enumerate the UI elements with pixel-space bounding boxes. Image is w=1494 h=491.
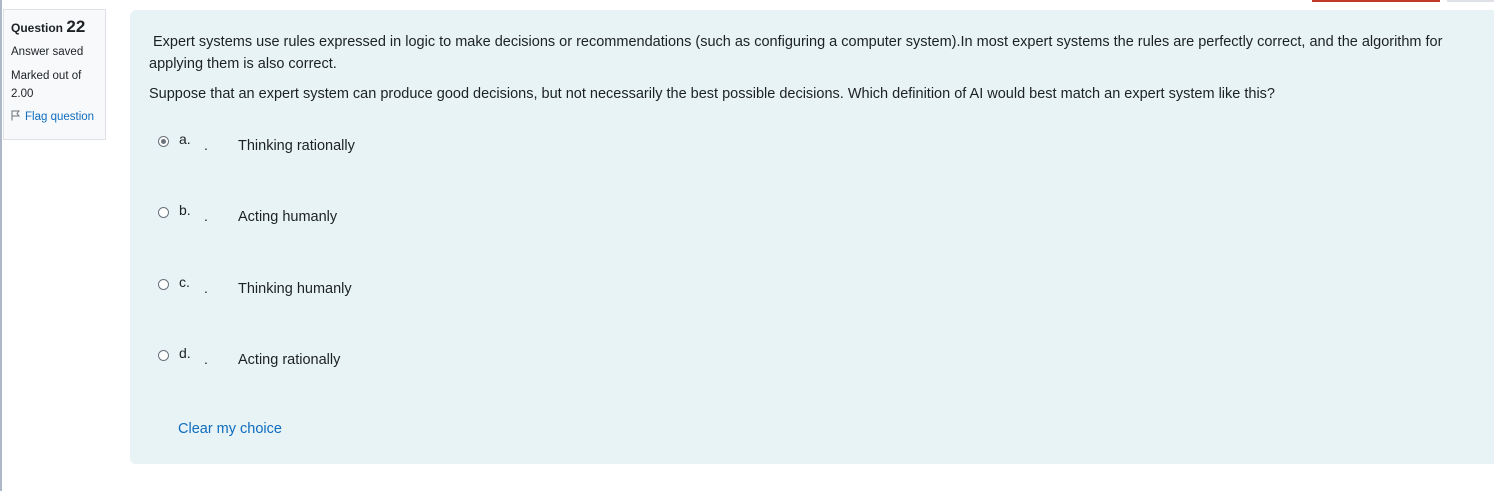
answer-option-b[interactable]: b. . Acting humanly bbox=[157, 202, 557, 237]
left-border bbox=[0, 0, 2, 491]
question-label: Question bbox=[11, 21, 64, 35]
option-letter: c. bbox=[179, 274, 190, 290]
option-label[interactable]: Thinking humanly bbox=[238, 281, 352, 297]
question-number-value: 22 bbox=[66, 17, 86, 36]
option-separator: . bbox=[204, 351, 208, 367]
option-letter: a. bbox=[179, 131, 191, 147]
question-number: Question 22 bbox=[11, 17, 105, 37]
question-info-panel: Question 22 Answer saved Marked out of 2… bbox=[3, 9, 106, 140]
option-label[interactable]: Acting rationally bbox=[238, 352, 340, 368]
answer-option-c[interactable]: c. . Thinking humanly bbox=[157, 274, 557, 309]
option-separator: . bbox=[204, 208, 208, 224]
flag-question-label: Flag question bbox=[25, 111, 95, 123]
option-label[interactable]: Thinking rationally bbox=[238, 138, 355, 154]
option-separator: . bbox=[204, 280, 208, 296]
flag-icon bbox=[11, 110, 21, 124]
option-letter: d. bbox=[179, 345, 191, 361]
option-separator: . bbox=[204, 137, 208, 153]
answer-option-d[interactable]: d. . Acting rationally bbox=[157, 345, 557, 380]
grade-label: Marked out of bbox=[11, 70, 82, 82]
question-formulation: Expert systems use rules expressed in lo… bbox=[130, 10, 1494, 464]
question-grade: Marked out of 2.00 bbox=[11, 67, 105, 103]
question-paragraph-1: Expert systems use rules expressed in lo… bbox=[149, 34, 1443, 72]
question-paragraph-2: Suppose that an expert system can produc… bbox=[149, 86, 1275, 102]
answer-option-a[interactable]: a. . Thinking rationally bbox=[157, 131, 557, 166]
question-state: Answer saved bbox=[11, 46, 84, 58]
clear-choice-link[interactable]: Clear my choice bbox=[178, 421, 282, 437]
radio-button-b[interactable] bbox=[158, 207, 169, 218]
option-letter: b. bbox=[179, 202, 191, 218]
radio-button-a[interactable] bbox=[158, 136, 169, 147]
question-text: Expert systems use rules expressed in lo… bbox=[149, 31, 1484, 105]
option-label[interactable]: Acting humanly bbox=[238, 209, 337, 225]
top-accent-bar-secondary bbox=[1447, 0, 1494, 2]
grade-value: 2.00 bbox=[11, 88, 34, 100]
top-accent-bar bbox=[1312, 0, 1440, 2]
radio-button-d[interactable] bbox=[158, 350, 169, 361]
flag-question-button[interactable]: Flag question bbox=[11, 110, 105, 124]
radio-button-c[interactable] bbox=[158, 279, 169, 290]
